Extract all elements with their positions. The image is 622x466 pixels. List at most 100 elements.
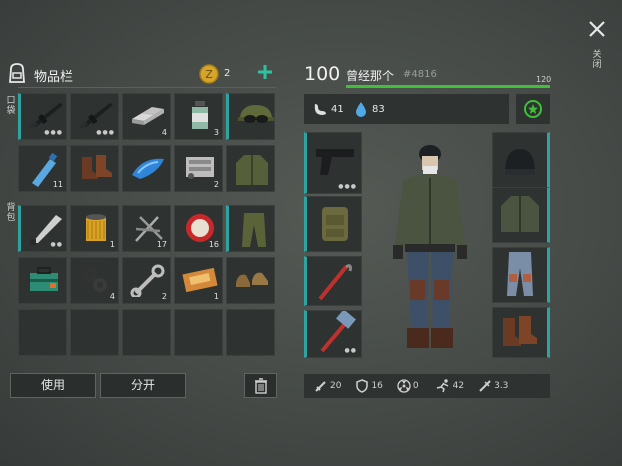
beanie-icon bbox=[505, 149, 535, 175]
durability-dots: ●●● bbox=[44, 129, 63, 136]
washers-icon bbox=[83, 268, 107, 292]
equip-slot-head[interactable] bbox=[492, 132, 550, 194]
split-button[interactable]: 分开 bbox=[100, 373, 186, 398]
inventory-slot-17[interactable]: 4 bbox=[70, 257, 119, 304]
stat-attack: 20 bbox=[314, 379, 341, 393]
running-icon bbox=[436, 379, 448, 393]
close-label[interactable]: 关闭 bbox=[592, 50, 602, 70]
inventory-slot-9[interactable]: 2 bbox=[174, 145, 223, 192]
item-quantity: 4 bbox=[161, 128, 167, 137]
radiation-value: 0 bbox=[412, 381, 419, 391]
close-button[interactable] bbox=[586, 18, 610, 42]
speed-value: 42 bbox=[452, 381, 465, 391]
boots-icon bbox=[503, 316, 537, 346]
inventory-slot-3[interactable]: 4 bbox=[122, 93, 171, 140]
inventory-slot-8[interactable] bbox=[122, 145, 171, 192]
inventory-slot-empty[interactable] bbox=[122, 309, 171, 356]
stats-bar: 20 16 0 42 3.3 bbox=[304, 374, 550, 398]
inventory-slot-18[interactable]: 2 bbox=[122, 257, 171, 304]
coin-icon: Z bbox=[199, 64, 219, 84]
radiation-icon bbox=[397, 379, 411, 393]
durability-dots: ●● bbox=[50, 241, 63, 248]
item-quantity: 1 bbox=[213, 292, 219, 301]
item-quantity: 2 bbox=[161, 292, 167, 301]
blue-gem-icon bbox=[132, 158, 164, 179]
crowbar-icon bbox=[318, 264, 352, 301]
backpack-label: 背包 bbox=[6, 203, 16, 223]
perks-button[interactable] bbox=[516, 94, 550, 124]
xp-bar-track bbox=[346, 85, 550, 88]
equip-slot-body[interactable] bbox=[492, 187, 550, 243]
item-quantity: 17 bbox=[156, 240, 167, 249]
inventory-slot-2[interactable]: ●●● bbox=[70, 93, 119, 140]
boots-icon bbox=[82, 155, 112, 179]
water-value: 83 bbox=[372, 104, 385, 115]
svg-text:Z: Z bbox=[205, 68, 213, 81]
accuracy-value: 3.3 bbox=[494, 381, 509, 391]
inventory-slot-13[interactable]: 17 bbox=[122, 205, 171, 252]
inventory-slot-10[interactable] bbox=[226, 145, 275, 192]
machete-icon bbox=[30, 215, 62, 245]
item-quantity: 3 bbox=[213, 128, 219, 137]
engine-part-icon bbox=[186, 157, 214, 179]
xp-bar-fill bbox=[346, 85, 550, 88]
inventory-slot-1[interactable]: ●●● bbox=[18, 93, 67, 140]
inventory-slot-20[interactable] bbox=[226, 257, 275, 304]
inventory-slot-4[interactable]: 3 bbox=[174, 93, 223, 140]
inventory-slot-5[interactable] bbox=[226, 93, 275, 140]
item-quantity: 1 bbox=[109, 240, 115, 249]
item-quantity: 16 bbox=[208, 240, 219, 249]
inventory-slot-12[interactable]: 1 bbox=[70, 205, 119, 252]
xp-max: 120 bbox=[536, 75, 552, 84]
cap-with-goggles-icon bbox=[238, 105, 274, 123]
durability-dots: ●●● bbox=[338, 183, 357, 190]
metal-bars-icon bbox=[132, 107, 164, 125]
equip-slot-feet[interactable] bbox=[492, 307, 550, 358]
durability-dots: ●● bbox=[344, 347, 357, 354]
defense-value: 16 bbox=[371, 381, 383, 391]
inventory-slot-16[interactable] bbox=[18, 257, 67, 304]
coin-count: 2 bbox=[224, 68, 231, 79]
add-coins-button[interactable] bbox=[256, 63, 274, 81]
character-name: 曾经那个 bbox=[346, 69, 395, 83]
inventory-slot-19[interactable]: 1 bbox=[174, 257, 223, 304]
rifle-icon bbox=[29, 103, 63, 129]
rifle-icon bbox=[79, 103, 113, 129]
inventory-slot-empty[interactable] bbox=[226, 309, 275, 356]
equip-slot-weapon[interactable]: ●●● bbox=[304, 132, 362, 194]
inventory-slot-15[interactable] bbox=[226, 205, 275, 252]
food-value: 41 bbox=[331, 104, 344, 115]
stomach-icon bbox=[312, 101, 328, 121]
equip-slot-tool[interactable]: ●● bbox=[304, 310, 362, 358]
shoes-icon bbox=[236, 272, 268, 287]
equip-slot-legs[interactable] bbox=[492, 247, 550, 303]
item-quantity: 2 bbox=[213, 180, 219, 189]
character-level: 100 bbox=[304, 63, 341, 85]
item-quantity: 4 bbox=[109, 292, 115, 301]
inventory-slot-11[interactable]: ●● bbox=[18, 205, 67, 252]
stat-defense: 16 bbox=[355, 379, 383, 393]
inventory-slot-14[interactable]: 16 bbox=[174, 205, 223, 252]
jacket-icon bbox=[236, 155, 268, 185]
inventory-slot-empty[interactable] bbox=[18, 309, 67, 356]
inventory-slot-6[interactable]: 11 bbox=[18, 145, 67, 192]
close-icon bbox=[589, 21, 605, 37]
inventory-slot-empty[interactable] bbox=[174, 309, 223, 356]
water-drop-icon bbox=[355, 101, 367, 121]
durability-dots: ●●● bbox=[96, 129, 115, 136]
equip-slot-melee[interactable] bbox=[304, 256, 362, 306]
pistol-icon bbox=[316, 149, 354, 175]
use-button[interactable]: 使用 bbox=[10, 373, 96, 398]
attack-value: 20 bbox=[330, 381, 342, 391]
trash-button[interactable] bbox=[244, 373, 277, 398]
inventory-slot-empty[interactable] bbox=[70, 309, 119, 356]
coupon-icon bbox=[182, 267, 218, 293]
stat-accuracy: 3.3 bbox=[478, 379, 508, 393]
trash-icon bbox=[254, 378, 267, 394]
inventory-title: 物品栏 bbox=[34, 70, 74, 85]
equip-slot-backpack[interactable] bbox=[304, 196, 362, 252]
stat-radiation: 0 bbox=[397, 379, 419, 393]
pants-icon bbox=[242, 213, 266, 247]
star-badge-icon bbox=[524, 100, 542, 118]
inventory-slot-7[interactable] bbox=[70, 145, 119, 192]
